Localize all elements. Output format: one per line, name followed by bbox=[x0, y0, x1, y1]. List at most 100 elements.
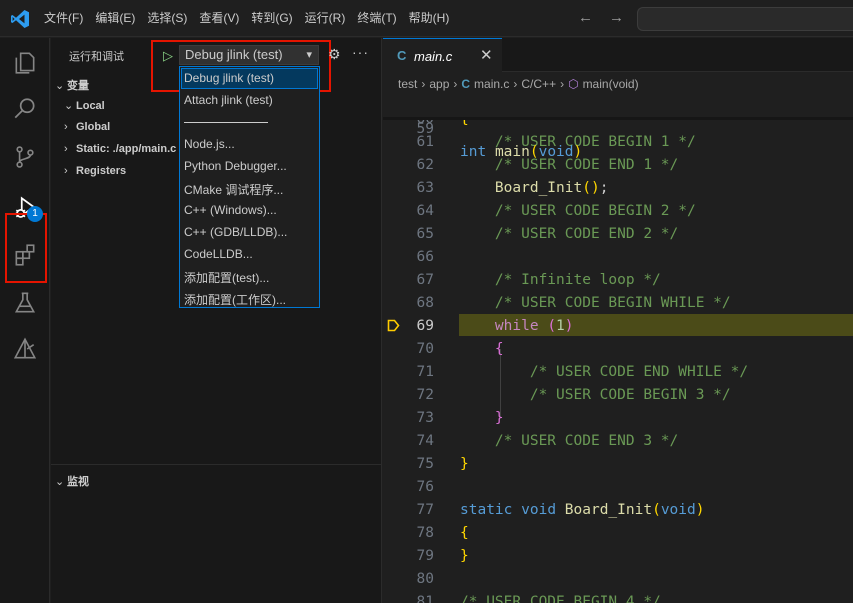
menu-terminal[interactable]: 终端(T) bbox=[351, 0, 402, 37]
dropdown-item-cmake[interactable]: CMake 调试程序... bbox=[184, 181, 283, 198]
dropdown-item-python[interactable]: Python Debugger... bbox=[184, 159, 287, 173]
breadcrumb-folder-test[interactable]: test bbox=[398, 77, 417, 91]
code-line[interactable]: 71 /* USER CODE END WHILE */ bbox=[383, 361, 853, 384]
code-line[interactable]: 69 while (1) bbox=[383, 315, 853, 338]
variables-item-global[interactable]: › Global bbox=[64, 121, 110, 133]
line-text: static void Board_Init(void) bbox=[460, 502, 705, 518]
line-number: 78 bbox=[416, 525, 434, 541]
code-line[interactable]: 80 bbox=[383, 568, 853, 591]
line-number: 67 bbox=[416, 272, 434, 288]
code-line[interactable]: 81 /* USER CODE BEGIN 4 */ bbox=[383, 591, 853, 603]
code-line[interactable]: 62 /* USER CODE END 1 */ bbox=[383, 154, 853, 177]
chevron-right-icon: › bbox=[64, 165, 68, 177]
forward-arrow-icon[interactable]: → bbox=[609, 9, 624, 26]
code-line[interactable]: 70 { bbox=[383, 338, 853, 361]
code-line[interactable]: 76 bbox=[383, 476, 853, 499]
sticky-scroll-line[interactable]: 59 int main(void) bbox=[383, 95, 853, 160]
code-line[interactable]: 79} bbox=[383, 545, 853, 568]
line-number: 71 bbox=[416, 364, 434, 380]
code-line[interactable]: 73 } bbox=[383, 407, 853, 430]
dropdown-item-cpp-windows[interactable]: C++ (Windows)... bbox=[184, 203, 277, 217]
code-line[interactable]: 61 /* USER CODE BEGIN 1 */ bbox=[383, 131, 853, 154]
line-number: 76 bbox=[416, 479, 434, 495]
more-actions-icon[interactable]: ··· bbox=[352, 44, 369, 60]
back-arrow-icon[interactable]: ← bbox=[578, 9, 593, 26]
testing-icon[interactable] bbox=[0, 280, 50, 326]
line-text: /* USER CODE BEGIN 3 */ bbox=[529, 387, 731, 403]
breadcrumb-file[interactable]: main.c bbox=[474, 77, 509, 91]
line-number: 69 bbox=[416, 318, 434, 334]
code-line[interactable]: 74 /* USER CODE END 3 */ bbox=[383, 430, 853, 453]
line-text: /* USER CODE BEGIN 4 */ bbox=[460, 594, 661, 603]
code-line[interactable]: 78 { bbox=[383, 522, 853, 545]
chevron-down-icon: ⌄ bbox=[55, 476, 65, 488]
dropdown-item-nodejs[interactable]: Node.js... bbox=[184, 137, 235, 151]
close-icon[interactable]: ✕ bbox=[480, 46, 493, 64]
dropdown-item-attach-jlink[interactable]: Attach jlink (test) bbox=[184, 93, 273, 107]
chevron-right-icon: › bbox=[421, 77, 426, 91]
line-text: } bbox=[460, 456, 469, 472]
sticky-scroll-shadow bbox=[383, 117, 853, 120]
variables-item-static[interactable]: › Static: ./app/main.c bbox=[64, 143, 176, 155]
vscode-logo-icon bbox=[11, 10, 29, 28]
menu-go[interactable]: 转到(G) bbox=[245, 0, 298, 37]
code-line[interactable]: 65 /* USER CODE END 2 */ bbox=[383, 223, 853, 246]
code-line[interactable]: 66 bbox=[383, 246, 853, 269]
editor-tabs: C main.c ✕ bbox=[383, 38, 853, 73]
variables-section-header[interactable]: ⌄ 变量 bbox=[55, 77, 89, 93]
search-icon[interactable] bbox=[0, 86, 50, 132]
breadcrumb-symbol[interactable]: main(void) bbox=[583, 77, 639, 91]
gear-icon[interactable]: ⚙ bbox=[328, 46, 341, 63]
command-center-search[interactable] bbox=[637, 7, 853, 31]
dropdown-item-debug-jlink[interactable]: Debug jlink (test) bbox=[184, 71, 274, 85]
watch-divider bbox=[51, 464, 381, 465]
line-text: /* Infinite loop */ bbox=[494, 272, 661, 288]
code-line[interactable]: 64 /* USER CODE BEGIN 2 */ bbox=[383, 200, 853, 223]
dropdown-item-codelldb[interactable]: CodeLLDB... bbox=[184, 247, 253, 261]
line-text: } bbox=[494, 410, 504, 426]
chevron-down-icon: ⌄ bbox=[55, 80, 65, 92]
menu-view[interactable]: 查看(V) bbox=[193, 0, 245, 37]
code-line[interactable]: 68 /* USER CODE BEGIN WHILE */ bbox=[383, 292, 853, 315]
explorer-icon[interactable] bbox=[0, 40, 50, 86]
code-line[interactable]: 67 /* Infinite loop */ bbox=[383, 269, 853, 292]
line-number: 79 bbox=[416, 548, 434, 564]
code-line[interactable]: 75} bbox=[383, 453, 853, 476]
line-number: 70 bbox=[416, 341, 434, 357]
cmake-icon[interactable] bbox=[0, 326, 50, 372]
line-number: 81 bbox=[416, 594, 434, 603]
line-number: 75 bbox=[416, 456, 434, 472]
menu-help[interactable]: 帮助(H) bbox=[403, 0, 456, 37]
method-cube-icon: ⬡ bbox=[568, 77, 579, 91]
line-text: /* USER CODE BEGIN 2 */ bbox=[494, 203, 696, 219]
line-number: 74 bbox=[416, 433, 434, 449]
line-text: } bbox=[460, 548, 469, 564]
menu-edit[interactable]: 编辑(E) bbox=[89, 0, 141, 37]
watch-section-header[interactable]: ⌄ 监视 bbox=[55, 473, 89, 489]
c-file-icon: C bbox=[461, 77, 471, 91]
dropdown-item-add-config-test[interactable]: 添加配置(test)... bbox=[184, 269, 269, 286]
line-text: /* USER CODE END 2 */ bbox=[494, 226, 679, 242]
breadcrumb-language[interactable]: C/C++ bbox=[521, 77, 556, 91]
code-line[interactable]: 72 /* USER CODE BEGIN 3 */ bbox=[383, 384, 853, 407]
code-line[interactable]: 77 static void Board_Init(void) bbox=[383, 499, 853, 522]
chevron-right-icon: › bbox=[453, 77, 458, 91]
tab-main-c[interactable]: C main.c ✕ bbox=[383, 38, 502, 73]
line-number: 73 bbox=[416, 410, 434, 426]
code-line[interactable]: 63 Board_Init(); bbox=[383, 177, 853, 200]
menu-run[interactable]: 运行(R) bbox=[299, 0, 352, 37]
dropdown-item-add-config-workspace[interactable]: 添加配置(工作区)... bbox=[184, 291, 286, 308]
chevron-right-icon: › bbox=[513, 77, 518, 91]
menu-selection[interactable]: 选择(S) bbox=[141, 0, 193, 37]
menu-file[interactable]: 文件(F) bbox=[38, 0, 89, 37]
source-control-icon[interactable] bbox=[0, 134, 50, 180]
line-number: 77 bbox=[416, 502, 434, 518]
line-number: 64 bbox=[416, 203, 434, 219]
dropdown-item-cpp-gdb[interactable]: C++ (GDB/LLDB)... bbox=[184, 225, 287, 239]
line-text: Board_Init(); bbox=[494, 180, 609, 196]
line-number: 66 bbox=[416, 249, 434, 265]
code-editor[interactable]: 60{61 /* USER CODE BEGIN 1 */62 /* USER … bbox=[383, 95, 853, 603]
breadcrumb-folder-app[interactable]: app bbox=[429, 77, 449, 91]
variables-item-local[interactable]: ⌄ Local bbox=[64, 99, 105, 112]
variables-item-registers[interactable]: › Registers bbox=[64, 165, 126, 177]
